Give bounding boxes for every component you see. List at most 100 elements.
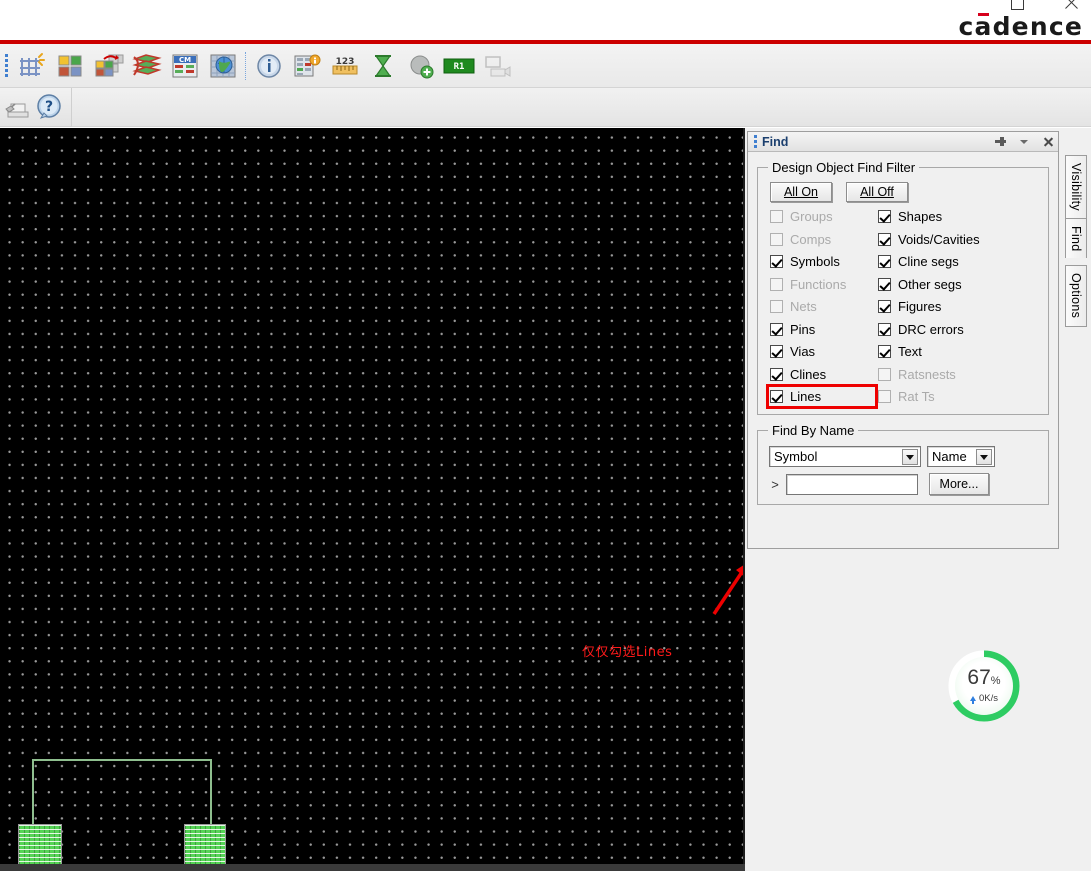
- filter-checkbox-text[interactable]: Text: [878, 343, 1040, 360]
- window-controls: [1005, 0, 1085, 12]
- toolbar-separator: [245, 51, 247, 80]
- filter-checkbox-shapes[interactable]: Shapes: [878, 208, 1040, 225]
- checkbox-indicator[interactable]: [878, 277, 891, 291]
- checkbox-label: Groups: [790, 209, 833, 224]
- checkbox-label: Pins: [790, 321, 816, 337]
- checkbox-indicator[interactable]: [878, 232, 891, 246]
- checkbox-label: Functions: [790, 276, 847, 292]
- find-by-name-selectors: Symbol Name: [769, 446, 1040, 467]
- find-panel-title-buttons: [994, 132, 1055, 152]
- checkbox-label: Text: [898, 344, 922, 359]
- filter-button-row: All On All Off: [770, 182, 1040, 202]
- find-panel-title: Find: [762, 134, 789, 149]
- side-tab-label: Find: [1069, 225, 1083, 252]
- checkbox-indicator[interactable]: [770, 322, 783, 336]
- chevron-down-icon[interactable]: [1018, 135, 1031, 149]
- chevron-down-icon[interactable]: [976, 449, 992, 465]
- checkbox-label: Symbols: [790, 254, 840, 269]
- checkbox-indicator[interactable]: [878, 300, 891, 313]
- logo-macron-accent: [978, 13, 990, 16]
- checkbox-indicator[interactable]: [878, 255, 891, 268]
- checkbox-indicator[interactable]: [878, 345, 891, 358]
- side-tab-options[interactable]: Options: [1065, 265, 1087, 327]
- chevron-down-icon[interactable]: [902, 449, 918, 465]
- checkbox-indicator: [770, 300, 783, 313]
- filter-checkbox-ratsnests: Ratsnests: [878, 366, 1040, 383]
- find-panel-body: Design Object Find Filter All On All Off…: [748, 152, 1058, 505]
- all-on-label: All On: [783, 185, 819, 199]
- subdrawing-icon[interactable]: [90, 47, 128, 85]
- checkbox-indicator[interactable]: [770, 367, 783, 381]
- help-icon[interactable]: ?: [30, 88, 68, 126]
- checkbox-indicator[interactable]: [770, 255, 783, 268]
- progress-ring-center: 67% 0K/s: [955, 657, 1013, 715]
- side-tab-label: Visibility: [1069, 163, 1083, 211]
- add-connect-icon[interactable]: [402, 47, 440, 85]
- pcb-design-canvas[interactable]: 仅仅勾选Lines: [0, 128, 745, 871]
- search-input[interactable]: [786, 473, 918, 495]
- prompt-indicator: >: [771, 476, 779, 492]
- progress-percent-text: 67%: [967, 666, 1000, 691]
- filter-checkbox-cline-segs[interactable]: Cline segs: [878, 253, 1040, 270]
- hourglass-icon[interactable]: [364, 47, 402, 85]
- filter-checkbox-symbols[interactable]: Symbols: [770, 253, 874, 270]
- filter-checkbox-figures[interactable]: Figures: [878, 298, 1040, 315]
- checkbox-indicator: [878, 390, 891, 403]
- cadence-logo-text: cadence: [958, 12, 1083, 41]
- upload-arrow-icon: [969, 696, 976, 704]
- find-by-name-legend: Find By Name: [772, 423, 855, 438]
- restore-button[interactable]: [1005, 0, 1031, 12]
- checkbox-indicator[interactable]: [878, 210, 891, 223]
- filter-group-legend: Design Object Find Filter: [772, 160, 916, 175]
- layers-stackup-icon[interactable]: [128, 47, 166, 85]
- svg-text:?: ?: [45, 99, 53, 115]
- color-palette-icon[interactable]: [52, 47, 90, 85]
- checkbox-indicator: [770, 210, 783, 223]
- pin-icon[interactable]: [994, 135, 1007, 149]
- red-pointer-arrow: [712, 565, 743, 615]
- progress-percent-value: 67: [967, 666, 991, 689]
- progress-rate-text: 0K/s: [978, 693, 998, 704]
- measure-icon[interactable]: 123: [326, 47, 364, 85]
- window-titlebar: [0, 0, 1091, 22]
- checkbox-label: Figures: [898, 299, 942, 314]
- checkbox-indicator: [770, 232, 783, 246]
- more-button[interactable]: More...: [929, 473, 989, 495]
- checkbox-indicator[interactable]: [878, 322, 891, 336]
- r1-label-icon[interactable]: R1: [440, 47, 478, 85]
- filter-checkbox-other-segs[interactable]: Other segs: [878, 276, 1040, 293]
- checkbox-label: Other segs: [898, 276, 962, 292]
- checkbox-indicator[interactable]: [770, 390, 783, 403]
- info-icon[interactable]: [250, 47, 288, 85]
- toolbar-drag-handle[interactable]: [2, 51, 11, 81]
- filter-checkbox-drc-errors[interactable]: DRC errors: [878, 321, 1040, 338]
- checkbox-label: DRC errors: [898, 321, 964, 337]
- global-view-icon[interactable]: [204, 47, 242, 85]
- property-edit-icon[interactable]: [288, 47, 326, 85]
- filter-checkbox-clines[interactable]: Clines: [770, 366, 874, 383]
- filter-checkbox-vias[interactable]: Vias: [770, 343, 874, 360]
- checkbox-label: Rat Ts: [898, 389, 935, 404]
- all-on-button[interactable]: All On: [770, 182, 832, 202]
- side-tab-visibility[interactable]: Visibility: [1065, 155, 1087, 218]
- canvas-annotation-text: 仅仅勾选Lines: [582, 645, 673, 660]
- constraint-manager-icon[interactable]: CM: [166, 47, 204, 85]
- side-tab-find[interactable]: Find: [1065, 217, 1087, 259]
- find-panel-titlebar[interactable]: Find: [748, 132, 1058, 152]
- object-type-dropdown[interactable]: Symbol: [769, 446, 921, 467]
- filter-checkbox-pins[interactable]: Pins: [770, 321, 874, 338]
- find-by-name-input-row: > More...: [769, 473, 1040, 495]
- filter-checkbox-functions: Functions: [770, 276, 874, 293]
- all-off-button[interactable]: All Off: [846, 182, 908, 202]
- close-icon[interactable]: [1042, 135, 1055, 149]
- close-button[interactable]: [1059, 0, 1085, 12]
- checkbox-indicator[interactable]: [770, 345, 783, 358]
- filter-checkbox-lines[interactable]: Lines: [766, 384, 878, 409]
- panel-drag-handle[interactable]: [752, 135, 758, 149]
- filter-checkbox-comps: Comps: [770, 231, 874, 248]
- filter-checkbox-groups: Groups: [770, 208, 874, 225]
- filter-checkbox-rat-ts: Rat Ts: [878, 388, 1040, 405]
- search-field-dropdown[interactable]: Name: [927, 446, 995, 467]
- grid-settings-icon[interactable]: [14, 47, 52, 85]
- filter-checkbox-voids-cavities[interactable]: Voids/Cavities: [878, 231, 1040, 248]
